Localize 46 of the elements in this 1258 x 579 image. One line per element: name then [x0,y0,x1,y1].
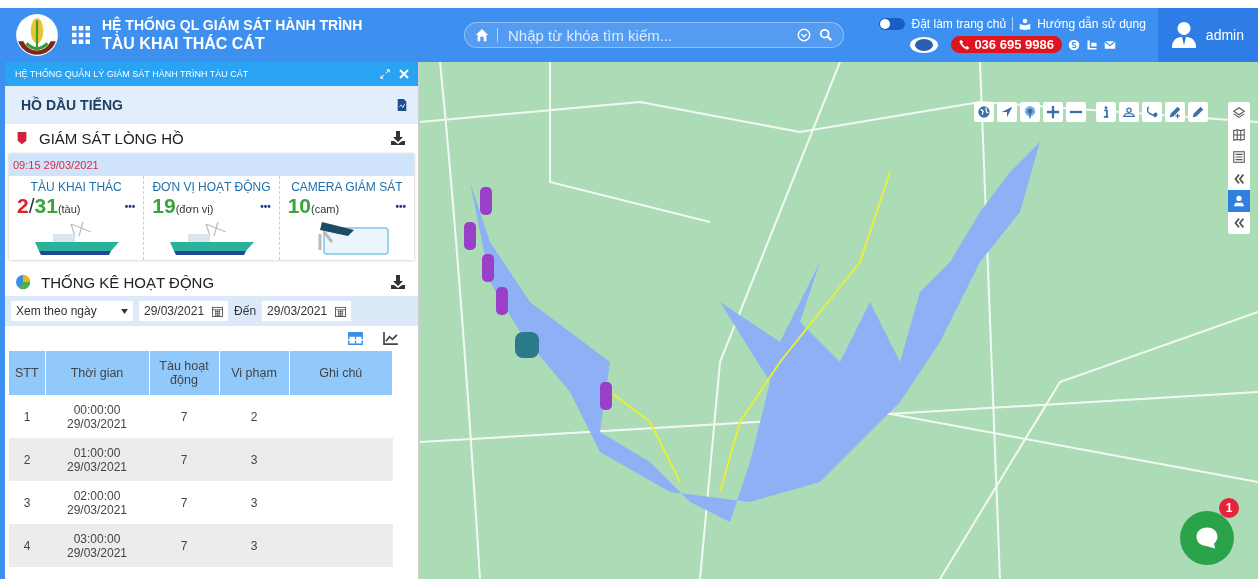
system-title: HỆ THỐNG QL GIÁM SÁT HÀNH TRÌNH [102,17,363,33]
table-cell: 03:00:00 29/03/2021 [45,524,149,567]
from-date-field[interactable]: 29/03/2021 [139,301,229,321]
section-title: GIÁM SÁT LÒNG HỒ [39,129,185,147]
update-time: 09:15 29/03/2021 [9,154,414,176]
user-menu[interactable]: admin [1157,8,1258,62]
table-cell: 3 [219,481,289,524]
table-cell: 7 [149,395,219,438]
table-cell: 7 [149,481,219,524]
stat-value: 19(đơn vị) [152,194,214,218]
table-cell: 2 [219,395,289,438]
hotline-badge[interactable]: 036 695 9986 [951,36,1062,53]
table-cell: 2 [9,438,45,481]
column-header: Thời gian [45,351,149,395]
region-name: HỒ DẦU TIẾNG [21,97,124,113]
system-subtitle: TÀU KHAI THÁC CÁT [102,35,266,53]
table-cell: 1 [9,395,45,438]
section-title: THỐNG KÊ HOẠT ĐỘNG [41,273,216,291]
more-button[interactable]: ••• [124,200,136,212]
table-cell: 7 [149,524,219,567]
column-header: STT [9,351,45,395]
more-button[interactable]: ••• [260,200,271,212]
stat-value: 10(cam) [287,194,340,218]
stat-label: ĐƠN VỊ HOẠT ĐỘNG [152,180,271,194]
stat-label: TÀU KHAI THÁC [30,180,122,194]
column-header: Ghi chú [289,351,393,395]
search-field[interactable]: Nhập từ khóa tìm kiếm... [464,22,844,48]
stat-value: 2/31(tàu) [17,194,81,218]
table-cell: 3 [9,481,45,524]
table-cell: 3 [219,524,289,567]
set-home-label: Đặt làm trang chủ [911,16,1007,31]
column-header: Vi phạm [219,351,289,395]
table-cell: 00:00:00 29/03/2021 [45,395,149,438]
to-date-field[interactable]: 29/03/2021 [262,301,352,321]
table-cell: 01:00:00 29/03/2021 [45,438,149,481]
column-header: Tàu hoạt động [149,351,219,395]
table-cell: 4 [9,524,45,567]
to-label: Đến [234,304,257,318]
table-cell: 3 [219,438,289,481]
stat-label: CAMERA GIÁM SÁT [291,180,403,194]
table-cell: 02:00:00 29/03/2021 [45,481,149,524]
more-button[interactable]: ••• [395,200,406,212]
view-mode-select[interactable]: Xem theo ngày [11,301,133,321]
search-input[interactable]: Nhập từ khóa tìm kiếm... [506,25,789,45]
panel-title: HỆ THỐNG QUẢN LÝ GIÁM SÁT HÀNH TRÌNH TÀU CÁT [15,69,250,79]
table-cell: 7 [149,438,219,481]
